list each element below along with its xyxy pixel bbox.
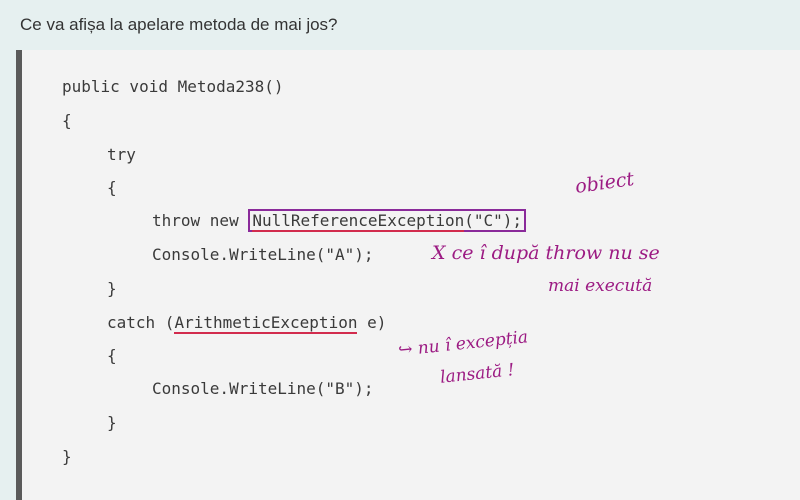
catch-exception-type: ArithmeticException: [174, 313, 358, 334]
code-line-9: {: [107, 346, 117, 365]
question-text: Ce va afișa la apelare metoda de mai jos…: [20, 15, 338, 34]
code-line-12: }: [62, 447, 72, 466]
exception-args: ("C");: [464, 211, 523, 230]
code-line-1: public void Metoda238(): [62, 77, 284, 96]
code-line-4: {: [107, 178, 117, 197]
annotation-after-throw-2: mai execută: [548, 276, 653, 296]
code-line-7: }: [107, 279, 117, 298]
code-line-3: try: [107, 145, 136, 164]
code-line-11: }: [107, 413, 117, 432]
exception-type-underline: NullReferenceException: [252, 211, 465, 232]
throw-keyword: throw new: [152, 211, 249, 230]
annotation-after-throw-1: X ce î după throw nu se: [432, 242, 660, 264]
code-line-5: throw new NullReferenceException("C");: [152, 209, 527, 232]
code-line-8: catch (ArithmeticException e): [107, 312, 386, 334]
code-line-2: {: [62, 111, 72, 130]
exception-object-box: NullReferenceException("C");: [248, 209, 527, 232]
code-block: public void Metoda238() { try { throw ne…: [16, 50, 800, 500]
code-line-6: Console.WriteLine("A");: [152, 245, 374, 264]
code-line-10: Console.WriteLine("B");: [152, 379, 374, 398]
catch-keyword: catch (: [107, 313, 175, 332]
catch-var: e): [357, 313, 387, 332]
